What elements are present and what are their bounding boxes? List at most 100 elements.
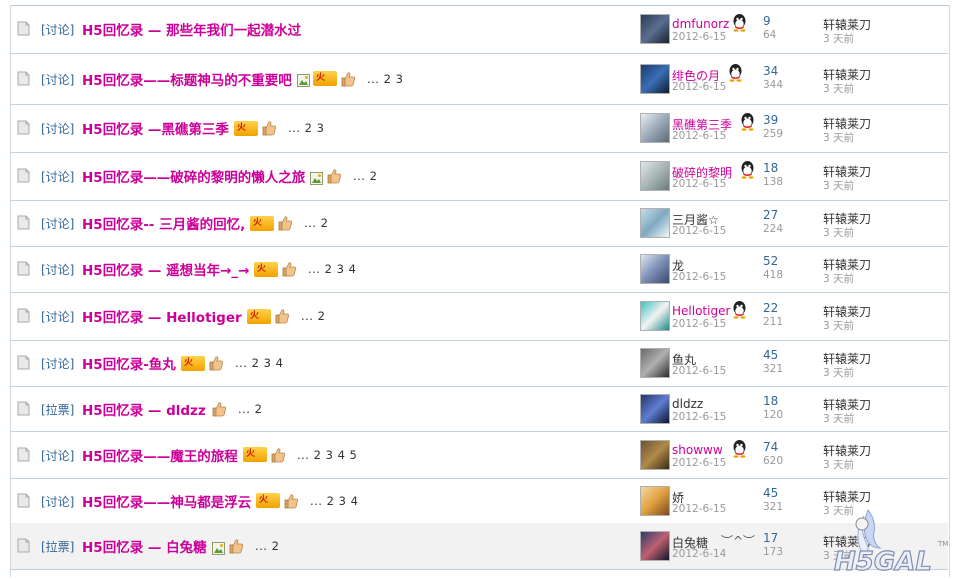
page-links[interactable]: ... 2 xyxy=(301,309,325,323)
thread-title-link[interactable]: H5回忆录——标题神马的不重要吧 xyxy=(82,69,292,89)
thread-title-link[interactable]: H5回忆录 — 那些年我们一起潜水过 xyxy=(82,19,301,39)
last-reply-time[interactable]: 3 天前 xyxy=(823,225,854,240)
page-links[interactable]: ... 2 3 4 xyxy=(308,262,356,276)
svg-text:H5GAL: H5GAL xyxy=(834,547,932,577)
last-reply-time[interactable]: 3 天前 xyxy=(823,457,854,472)
thread-status-icon xyxy=(16,355,31,370)
thread-category-tag[interactable]: [拉票] xyxy=(41,538,74,555)
thread-row[interactable]: [讨论] H5回忆录——标题神马的不重要吧火... 2 3 绯色の月 2012-6-1… xyxy=(11,53,948,105)
thread-row[interactable]: [讨论] H5回忆录 — 遥想当年→_→ 火... 2 3 4 龙 2012-6-15 5… xyxy=(11,246,948,293)
thread-row[interactable]: [讨论] H5回忆录 — 那些年我们一起潜水过 dmfunorz 2012-6-15 9… xyxy=(11,5,948,54)
thread-title-link[interactable]: H5回忆录——破碎的黎明的懒人之旅 xyxy=(82,166,305,186)
reply-count[interactable]: 74 xyxy=(763,440,778,454)
thread-category-tag[interactable]: [讨论] xyxy=(41,120,74,137)
thread-category-tag[interactable]: [讨论] xyxy=(41,168,74,185)
last-reply-time[interactable]: 3 天前 xyxy=(823,365,854,380)
thread-category-tag[interactable]: [拉票] xyxy=(41,401,74,418)
thread-row[interactable]: [讨论] H5回忆录-鱼丸火... 2 3 4 鱼丸 2012-6-15 45 321 轩辕… xyxy=(11,340,948,387)
thread-category-tag[interactable]: [讨论] xyxy=(41,215,74,232)
page-links[interactable]: ... 2 3 xyxy=(367,72,403,86)
page-links[interactable]: ... 2 3 4 5 xyxy=(297,448,357,462)
thumbs-up-icon xyxy=(326,168,342,184)
last-reply-time[interactable]: 3 天前 xyxy=(823,31,854,46)
post-date: 2012-6-15 xyxy=(672,80,727,93)
thread-extras: 火 ... 2 3 4 xyxy=(254,261,356,277)
author-avatar[interactable] xyxy=(640,393,670,424)
page-links[interactable]: ... 2 xyxy=(304,216,328,230)
thread-title-link[interactable]: H5回忆录——魔王的旅程 xyxy=(82,445,238,465)
thread-title-link[interactable]: H5回忆录 — 遥想当年→_→ xyxy=(82,259,249,279)
reply-count[interactable]: 34 xyxy=(763,64,778,78)
thread-category-tag[interactable]: [讨论] xyxy=(41,71,74,88)
reply-count[interactable]: 18 xyxy=(763,394,778,408)
thread-category-tag[interactable]: [讨论] xyxy=(41,447,74,464)
thread-row[interactable]: [讨论] H5回忆录 — Hellotiger 火 ... 2 Hellotiger 20… xyxy=(11,292,948,341)
page-links[interactable]: ... 2 3 4 xyxy=(310,494,358,508)
thread-title-link[interactable]: H5回忆录——神马都是浮云 xyxy=(82,491,251,511)
thumbs-up-icon xyxy=(208,355,224,371)
thread-row[interactable]: [拉票] H5回忆录 — 白兔糖... 2 白兔糖 2012-6-14 17 173 轩辕莱… xyxy=(11,523,948,570)
author-avatar[interactable] xyxy=(640,348,670,378)
page-links[interactable]: ... 2 xyxy=(353,169,377,183)
page-links[interactable]: ... 2 3 xyxy=(288,121,324,135)
thread-category-tag[interactable]: [讨论] xyxy=(41,308,74,325)
author-avatar[interactable] xyxy=(640,208,670,238)
view-count: 344 xyxy=(763,78,784,91)
thread-row[interactable]: [讨论] H5回忆录——神马都是浮云火... 2 3 4 娇 2012-6-15 45 3… xyxy=(11,478,948,524)
author-name[interactable]: Hellotiger xyxy=(672,304,730,318)
author-name[interactable]: dldzz xyxy=(672,397,703,411)
thread-row[interactable]: [讨论] H5回忆录 —黑礁第三季火... 2 3 黑礁第三季 2012-6-15 39… xyxy=(11,104,948,153)
post-date: 2012-6-15 xyxy=(672,365,727,377)
thread-row[interactable]: [讨论] H5回忆录-- 三月酱的回忆, 火... 2 三月酱☆ 2012-6-15 27… xyxy=(11,200,948,247)
last-reply-time[interactable]: 3 天前 xyxy=(823,318,854,333)
thread-row[interactable]: [讨论] H5回忆录——破碎的黎明的懒人之旅... 2 破碎的黎明 2012-6-15… xyxy=(11,152,948,201)
thread-category-tag[interactable]: [讨论] xyxy=(41,493,74,510)
author-avatar[interactable] xyxy=(640,14,670,44)
thread-title-link[interactable]: H5回忆录 — Hellotiger xyxy=(82,306,242,326)
thread-title-link[interactable]: H5回忆录-鱼丸 xyxy=(82,353,176,373)
hot-icon: 火 xyxy=(256,493,280,508)
reply-count[interactable]: 39 xyxy=(763,113,778,127)
thread-extras: ... 2 xyxy=(211,401,262,417)
last-reply-time[interactable]: 3 天前 xyxy=(823,271,854,286)
reply-count[interactable]: 45 xyxy=(763,486,778,500)
author-avatar[interactable] xyxy=(640,439,670,470)
thread-category-tag[interactable]: [讨论] xyxy=(41,355,74,372)
thread-title-link[interactable]: H5回忆录-- 三月酱的回忆, xyxy=(82,213,245,233)
thread-row[interactable]: [拉票] H5回忆录 — dldzz ... 2 dldzz 2012-6-15 18 12… xyxy=(11,386,948,432)
page-links[interactable]: ... 2 3 4 xyxy=(235,356,283,370)
author-avatar[interactable] xyxy=(640,485,670,516)
reply-count[interactable]: 22 xyxy=(763,301,778,315)
author-avatar[interactable] xyxy=(640,254,670,284)
thread-title-link[interactable]: H5回忆录 —黑礁第三季 xyxy=(82,118,229,138)
last-reply-time[interactable]: 3 天前 xyxy=(823,411,854,426)
reply-count[interactable]: 18 xyxy=(763,161,778,175)
reply-count[interactable]: 52 xyxy=(763,254,778,268)
last-reply-time[interactable]: 3 天前 xyxy=(823,81,854,96)
reply-count[interactable]: 45 xyxy=(763,348,778,362)
last-reply-time[interactable]: 3 天前 xyxy=(823,130,854,145)
page-links[interactable]: ... 2 xyxy=(255,539,279,553)
view-count: 224 xyxy=(763,223,784,235)
author-avatar[interactable] xyxy=(640,113,670,143)
reply-count[interactable]: 9 xyxy=(763,14,771,28)
author-name[interactable]: dmfunorz xyxy=(672,17,729,31)
thread-row[interactable]: [讨论] H5回忆录——魔王的旅程火 ... 2 3 4 5 showww 2012-6… xyxy=(11,431,948,479)
author-avatar[interactable] xyxy=(640,301,670,331)
thread-title-link[interactable]: H5回忆录 — 白兔糖 xyxy=(82,536,207,556)
reply-count[interactable]: 27 xyxy=(763,208,778,222)
thread-title-link[interactable]: H5回忆录 — dldzz xyxy=(82,399,206,419)
post-date: 2012-6-15 xyxy=(672,456,727,469)
post-date: 2012-6-15 xyxy=(672,271,727,283)
author-emoticon: ︶^︶ xyxy=(721,534,756,548)
thread-category-tag[interactable]: [讨论] xyxy=(41,261,74,278)
reply-count[interactable]: 17 xyxy=(763,531,778,545)
hot-icon: 火 xyxy=(313,71,337,86)
author-avatar[interactable] xyxy=(640,161,670,191)
author-avatar[interactable] xyxy=(640,63,670,94)
last-reply-time[interactable]: 3 天前 xyxy=(823,178,854,193)
thread-category-tag[interactable]: [讨论] xyxy=(41,21,74,38)
author-avatar[interactable] xyxy=(640,531,670,561)
page-links[interactable]: ... 2 xyxy=(238,402,262,416)
author-name[interactable]: showww xyxy=(672,443,723,457)
